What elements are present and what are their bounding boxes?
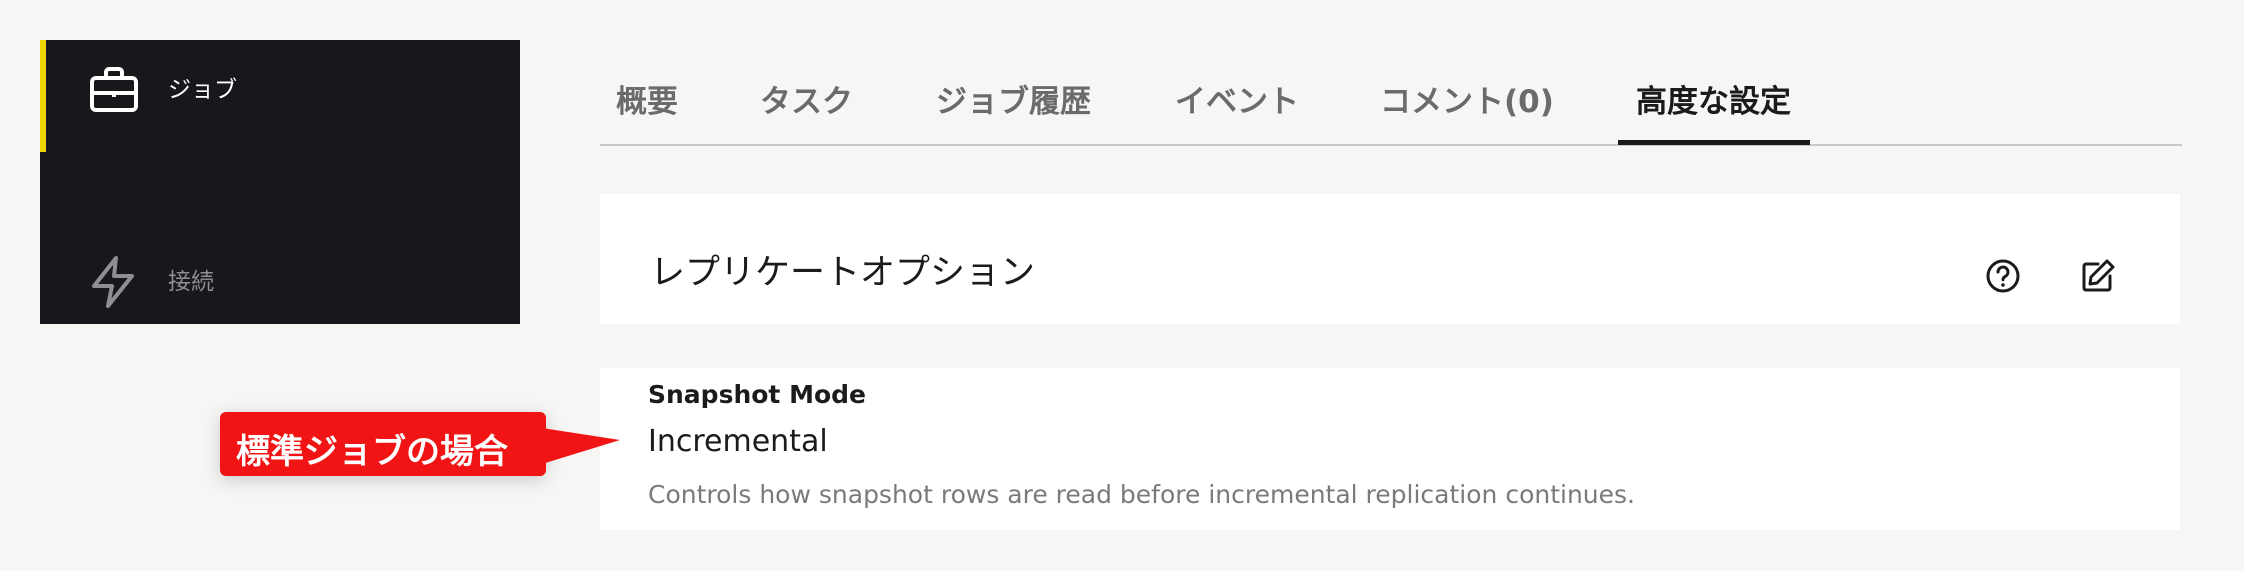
field-label: Snapshot Mode — [648, 380, 866, 409]
tab-job-history[interactable]: ジョブ履歴 — [936, 66, 1091, 146]
callout-text: 標準ジョブの場合 — [236, 432, 508, 472]
help-circle-icon[interactable] — [1981, 254, 2025, 298]
sidebar-item-jobs[interactable]: ジョブ — [40, 40, 520, 152]
section-title: レプリケートオプション — [650, 253, 1036, 293]
sidebar-item-connections[interactable]: 接続 — [40, 190, 520, 308]
callout-badge: 標準ジョブの場合 — [220, 412, 546, 476]
sidebar-item-label: ジョブ — [168, 77, 237, 103]
snapshot-mode-card: Snapshot Mode Incremental Controls how s… — [600, 368, 2180, 530]
section-header-card: レプリケートオプション — [600, 194, 2180, 324]
active-indicator — [40, 40, 46, 152]
lightning-icon — [92, 256, 134, 308]
tab-comments[interactable]: コメント(0) — [1380, 66, 1554, 146]
tab-tasks[interactable]: タスク — [760, 66, 853, 146]
field-value: Incremental — [648, 424, 828, 459]
briefcase-icon — [90, 67, 138, 112]
active-tab-underline — [1618, 140, 1810, 145]
sidebar-item-label: 接続 — [168, 269, 214, 295]
tab-events[interactable]: イベント — [1175, 66, 1299, 146]
app-root: ジョブ 接続 概要 タスク ジョブ履歴 イベント コメント(0) 高度な設定 レ… — [0, 0, 2244, 571]
tab-bar: 概要 タスク ジョブ履歴 イベント コメント(0) 高度な設定 — [600, 66, 2182, 146]
tab-advanced-settings[interactable]: 高度な設定 — [1636, 66, 1791, 146]
field-description: Controls how snapshot rows are read befo… — [648, 480, 1635, 509]
sidebar: ジョブ 接続 — [40, 40, 520, 324]
tab-overview[interactable]: 概要 — [616, 66, 678, 146]
callout-pointer — [542, 428, 620, 464]
edit-icon[interactable] — [2076, 254, 2120, 298]
